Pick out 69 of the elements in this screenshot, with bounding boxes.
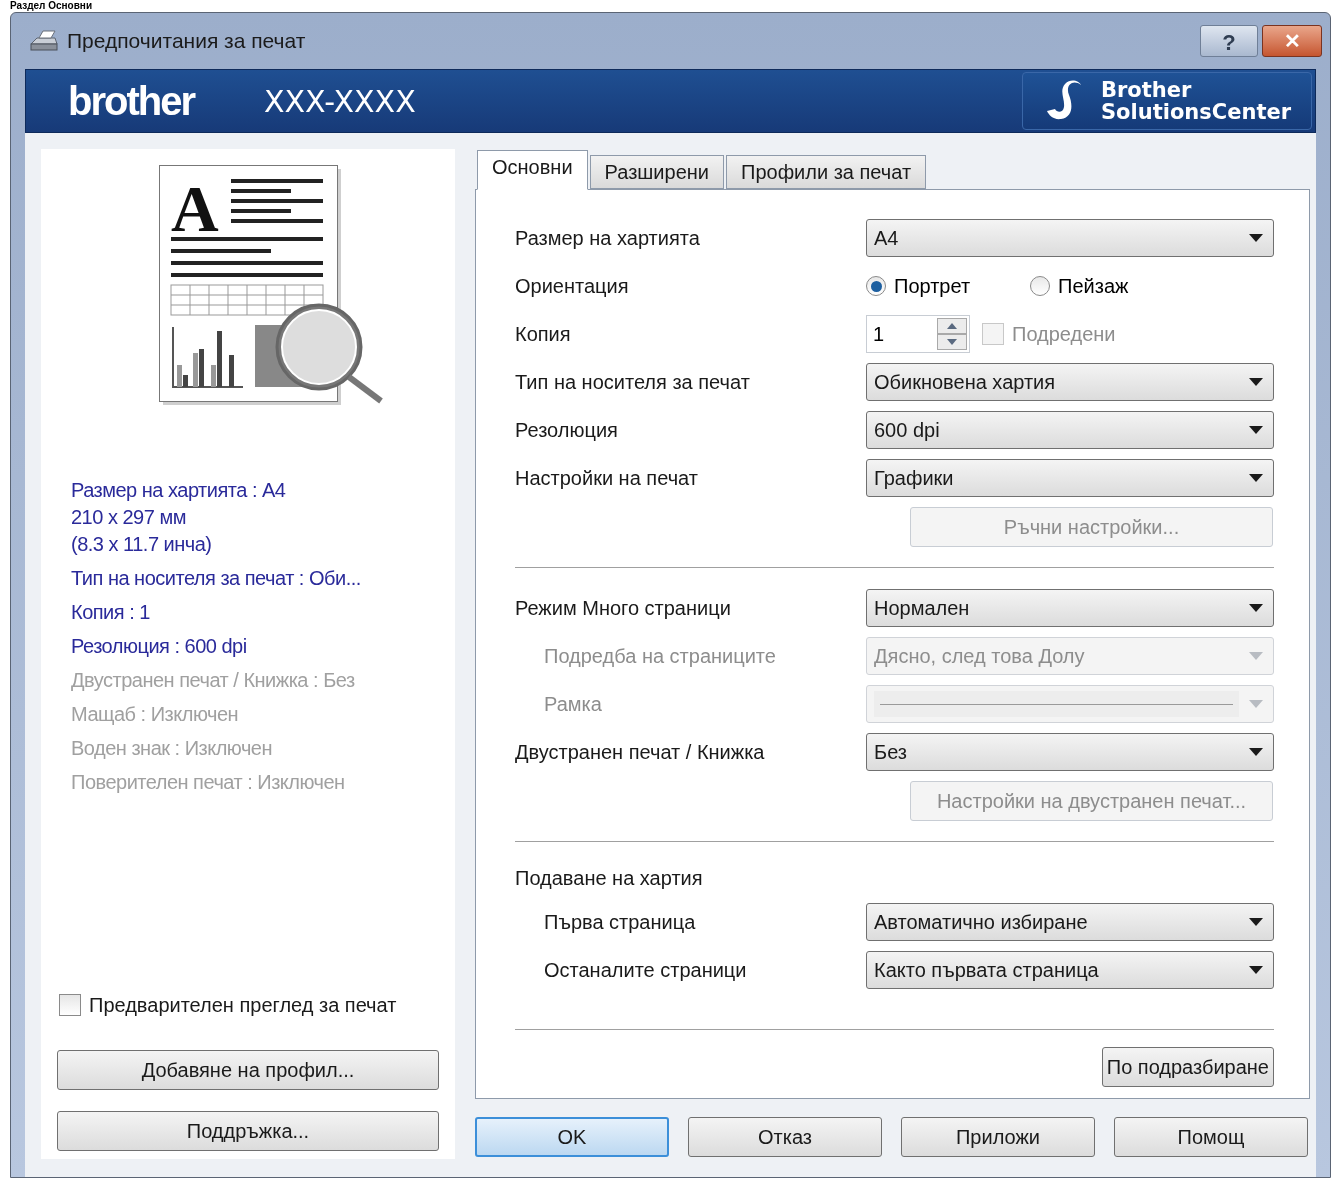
solutions-center-label: SolutionsCenter (1101, 101, 1292, 123)
caret-icon (1249, 652, 1263, 660)
dialog-button[interactable]: Отказ (688, 1117, 882, 1157)
field-label: Размер на хартията (515, 226, 700, 251)
model-name: XXX-XXXX (264, 82, 416, 121)
caret-icon (1249, 700, 1263, 708)
field-label: Рамка (543, 692, 602, 717)
dropdown[interactable]: Както първата страница (866, 951, 1274, 989)
dropdown[interactable]: A4 (866, 219, 1274, 257)
caret-icon (1249, 748, 1263, 756)
checkbox-label: Подредени (1012, 322, 1116, 347)
solutions-center-label: Brother (1101, 79, 1193, 101)
dropdown[interactable]: Без (866, 733, 1274, 771)
caret-icon (1249, 604, 1263, 612)
field-label: Тип на носителя за печат (515, 370, 750, 395)
caret-icon (1249, 966, 1263, 974)
dropdown[interactable]: Графики (866, 459, 1274, 497)
field-label: Режим Много страници (515, 596, 731, 621)
caret-icon (1249, 918, 1263, 926)
caret-icon (1249, 474, 1263, 482)
section-heading: Подаване на хартия (515, 866, 703, 891)
page-heading: Раздел Основни (10, 0, 93, 11)
summary-line: 210 x 297 мм (71, 505, 187, 530)
dialog-button[interactable]: Приложи (901, 1117, 1095, 1157)
caret-icon (1249, 426, 1263, 434)
field-label: Ориентация (515, 274, 629, 299)
tab[interactable]: Основни (477, 150, 588, 190)
brand-logo: brother (68, 81, 194, 121)
window-title: Предпочитания за печат (67, 28, 306, 55)
dropdown[interactable]: Нормален (866, 589, 1274, 627)
field-label: Подредба на страниците (543, 644, 776, 669)
field-label: Настройки на печат (515, 466, 698, 491)
checkbox-label: Предварителен преглед за печат (89, 993, 397, 1018)
field-label: Първа страница (543, 910, 696, 935)
profile-button[interactable]: Поддръжка... (57, 1111, 439, 1151)
solutions-center-button[interactable]: Brother SolutionsCenter (1022, 72, 1312, 130)
field-label: Останалите страници (543, 958, 747, 983)
printer-icon (29, 30, 59, 52)
dropdown[interactable]: Автоматично избиране (866, 903, 1274, 941)
summary-line: Двустранен печат / Книжка : Без (71, 668, 356, 693)
spinner-arrows-icon[interactable] (937, 318, 967, 350)
dialog-button[interactable]: OK (475, 1117, 669, 1157)
radio-label: Портрет (894, 274, 971, 299)
tab[interactable]: Разширени (589, 155, 724, 189)
dropdown[interactable]: Обикновена хартия (866, 363, 1274, 401)
summary-line: Воден знак : Изключен (71, 736, 273, 761)
summary-line: Мащаб : Изключен (71, 702, 240, 727)
default-button[interactable]: По подразбиране (1101, 1047, 1274, 1087)
caret-icon (1249, 378, 1263, 386)
number-field[interactable]: 1 (866, 315, 970, 353)
summary-line: Тип на носителя за печат : Оби... (71, 566, 362, 591)
summary-line: (8.3 x 11.7 инча) (71, 532, 213, 557)
checkbox[interactable] (59, 994, 81, 1016)
caret-icon (1249, 234, 1263, 242)
summary-line: Размер на хартията : A4 (71, 478, 287, 503)
dialog-button[interactable]: Помощ (1114, 1117, 1308, 1157)
field-label: Резолюция (515, 418, 618, 443)
radio-button[interactable] (1030, 276, 1051, 296)
field-label: Копия (515, 322, 571, 347)
summary-line: Копия : 1 (71, 600, 151, 625)
summary-line: Поверителен печат : Изключен (71, 770, 346, 795)
help-button[interactable]: ? (1200, 25, 1258, 57)
dropdown[interactable]: 600 dpi (866, 411, 1274, 449)
profile-button[interactable]: Добавяне на профил... (57, 1050, 439, 1090)
radio-button[interactable] (866, 276, 886, 296)
field-label: Двустранен печат / Книжка (515, 740, 765, 765)
tab[interactable]: Профили за печат (726, 155, 927, 189)
summary-line: Резолюция : 600 dpi (71, 634, 248, 659)
radio-label: Пейзаж (1058, 274, 1129, 299)
